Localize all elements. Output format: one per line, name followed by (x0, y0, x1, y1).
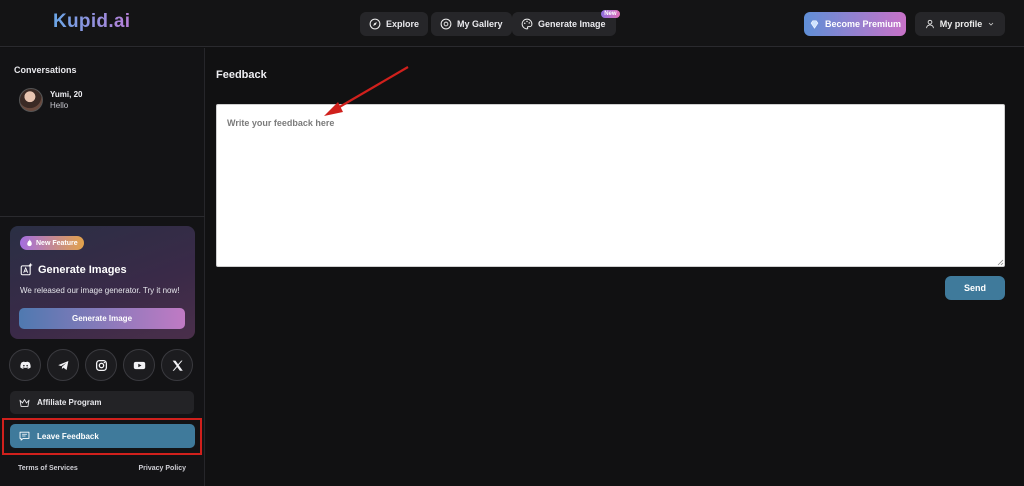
new-feature-label: New Feature (36, 239, 78, 247)
social-links (9, 349, 193, 381)
terms-link[interactable]: Terms of Services (18, 465, 78, 472)
compass-icon (369, 18, 381, 30)
conversation-last-message: Hello (50, 101, 69, 110)
feedback-textarea[interactable] (216, 104, 1005, 267)
x-icon (172, 360, 183, 371)
conversations-title: Conversations (14, 65, 77, 75)
generate-images-promo-card: New Feature Generate Images We released … (10, 226, 195, 339)
instagram-link[interactable] (85, 349, 117, 381)
sidebar-divider (0, 216, 205, 217)
flame-icon (27, 239, 32, 247)
conversation-item[interactable]: Yumi, 20 Hello (19, 88, 82, 112)
avatar (19, 88, 43, 112)
discord-link[interactable] (9, 349, 41, 381)
chevron-down-icon (988, 22, 994, 26)
conversation-name: Yumi, 20 (50, 90, 83, 99)
discord-icon (19, 361, 31, 369)
nav-explore-label: Explore (386, 19, 420, 29)
page-title: Feedback (216, 69, 267, 81)
resize-grip-icon[interactable] (996, 258, 1004, 266)
logo[interactable]: Kupid.ai (53, 11, 130, 33)
gallery-icon (440, 18, 452, 30)
sidebar: Conversations Yumi, 20 Hello New Feature… (0, 48, 205, 486)
nav-gallery-button[interactable]: My Gallery (431, 12, 512, 36)
promo-description: We released our image generator. Try it … (20, 286, 180, 295)
my-profile-button[interactable]: My profile (915, 12, 1005, 36)
youtube-link[interactable] (123, 349, 155, 381)
instagram-icon (95, 359, 107, 371)
affiliate-program-item[interactable]: Affiliate Program (10, 391, 194, 414)
my-profile-label: My profile (939, 19, 983, 29)
promo-title: Generate Images (20, 263, 127, 276)
diamond-icon (810, 19, 819, 29)
nav-gallery-label: My Gallery (457, 19, 503, 29)
nav-generate-image-button[interactable]: Generate Image New (512, 10, 620, 36)
privacy-link[interactable]: Privacy Policy (139, 465, 186, 472)
promo-title-text: Generate Images (38, 263, 127, 276)
youtube-icon (133, 361, 145, 369)
x-link[interactable] (161, 349, 193, 381)
affiliate-program-label: Affiliate Program (37, 398, 102, 407)
user-icon (925, 19, 934, 29)
nav-explore-button[interactable]: Explore (360, 12, 429, 36)
send-button[interactable]: Send (945, 276, 1005, 300)
new-badge: New (601, 10, 620, 18)
become-premium-button[interactable]: Become Premium (804, 12, 906, 36)
palette-icon (521, 18, 533, 30)
generate-image-button[interactable]: Generate Image (19, 308, 185, 329)
crown-icon (19, 398, 30, 407)
nav-generate-image-label: Generate Image (538, 19, 606, 29)
annotation-highlight-box (2, 418, 202, 455)
sidebar-footer-links: Terms of Services Privacy Policy (18, 465, 186, 472)
telegram-link[interactable] (47, 349, 79, 381)
ai-image-icon (20, 263, 33, 276)
become-premium-label: Become Premium (824, 19, 902, 29)
new-feature-badge: New Feature (20, 236, 84, 250)
telegram-icon (57, 360, 68, 370)
top-header: Kupid.ai Explore My Gallery Generate Ima… (0, 0, 1024, 47)
